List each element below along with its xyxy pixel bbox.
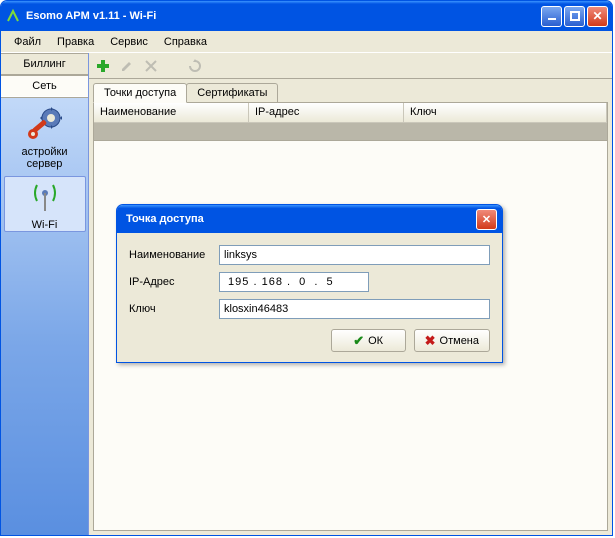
sidebar-item-label: астройки сервер (4, 146, 86, 170)
sidebar-item-label: Wi-Fi (5, 219, 85, 231)
dialog-body: Наименование IP-Адрес Ключ ✔ ОК ✖ Отмена (117, 233, 502, 362)
sidebar-tab-billing[interactable]: Биллинг (1, 53, 88, 75)
tab-row: Точки доступа Сертификаты (89, 79, 612, 102)
sidebar-tab-network[interactable]: Сеть (1, 75, 88, 97)
menu-help[interactable]: Справка (157, 34, 214, 50)
access-point-dialog: Точка доступа ✕ Наименование IP-Адрес Кл… (116, 204, 503, 363)
toolbar (89, 53, 612, 79)
column-name[interactable]: Наименование (94, 103, 249, 122)
name-field[interactable] (219, 245, 490, 265)
edit-icon[interactable] (119, 58, 135, 74)
ip-field[interactable] (219, 272, 369, 292)
sidebar-item-server-settings[interactable]: астройки сервер (4, 104, 86, 170)
label-ip: IP-Адрес (129, 276, 219, 288)
tab-certificates[interactable]: Сертификаты (186, 83, 278, 102)
dialog-title: Точка доступа (122, 213, 476, 225)
delete-icon[interactable] (143, 58, 159, 74)
ok-button[interactable]: ✔ ОК (331, 329, 406, 352)
column-ip[interactable]: IP-адрес (249, 103, 404, 122)
label-name: Наименование (129, 249, 219, 261)
app-icon (5, 8, 21, 24)
dialog-titlebar[interactable]: Точка доступа ✕ (117, 205, 502, 233)
titlebar[interactable]: Esomo APM v1.11 - Wi-Fi ✕ (1, 1, 612, 31)
cancel-label: Отмена (440, 335, 479, 347)
menu-service[interactable]: Сервис (103, 34, 155, 50)
check-icon: ✔ (353, 333, 364, 349)
key-field[interactable] (219, 299, 490, 319)
cancel-button[interactable]: ✖ Отмена (414, 329, 490, 352)
sidebar-item-wifi[interactable]: Wi-Fi (4, 176, 86, 232)
maximize-button[interactable] (564, 6, 585, 27)
menu-file[interactable]: Файл (7, 34, 48, 50)
menu-edit[interactable]: Правка (50, 34, 101, 50)
sidebar: Биллинг Сеть астройки (1, 53, 89, 535)
ok-label: ОК (368, 335, 383, 347)
tab-access-points[interactable]: Точки доступа (93, 83, 187, 103)
add-icon[interactable] (95, 58, 111, 74)
column-key[interactable]: Ключ (404, 103, 607, 122)
refresh-icon[interactable] (187, 58, 203, 74)
label-key: Ключ (129, 303, 219, 315)
main-window: Esomo APM v1.11 - Wi-Fi ✕ Файл Правка Се… (0, 0, 613, 536)
wifi-antenna-icon (25, 177, 65, 217)
close-button[interactable]: ✕ (587, 6, 608, 27)
table-row[interactable] (94, 123, 607, 141)
menubar: Файл Правка Сервис Справка (1, 31, 612, 53)
dialog-close-button[interactable]: ✕ (476, 209, 497, 230)
grid-header: Наименование IP-адрес Ключ (94, 103, 607, 123)
wrench-gear-icon (25, 104, 65, 144)
window-title: Esomo APM v1.11 - Wi-Fi (26, 10, 541, 22)
minimize-button[interactable] (541, 6, 562, 27)
x-icon: ✖ (425, 333, 436, 349)
